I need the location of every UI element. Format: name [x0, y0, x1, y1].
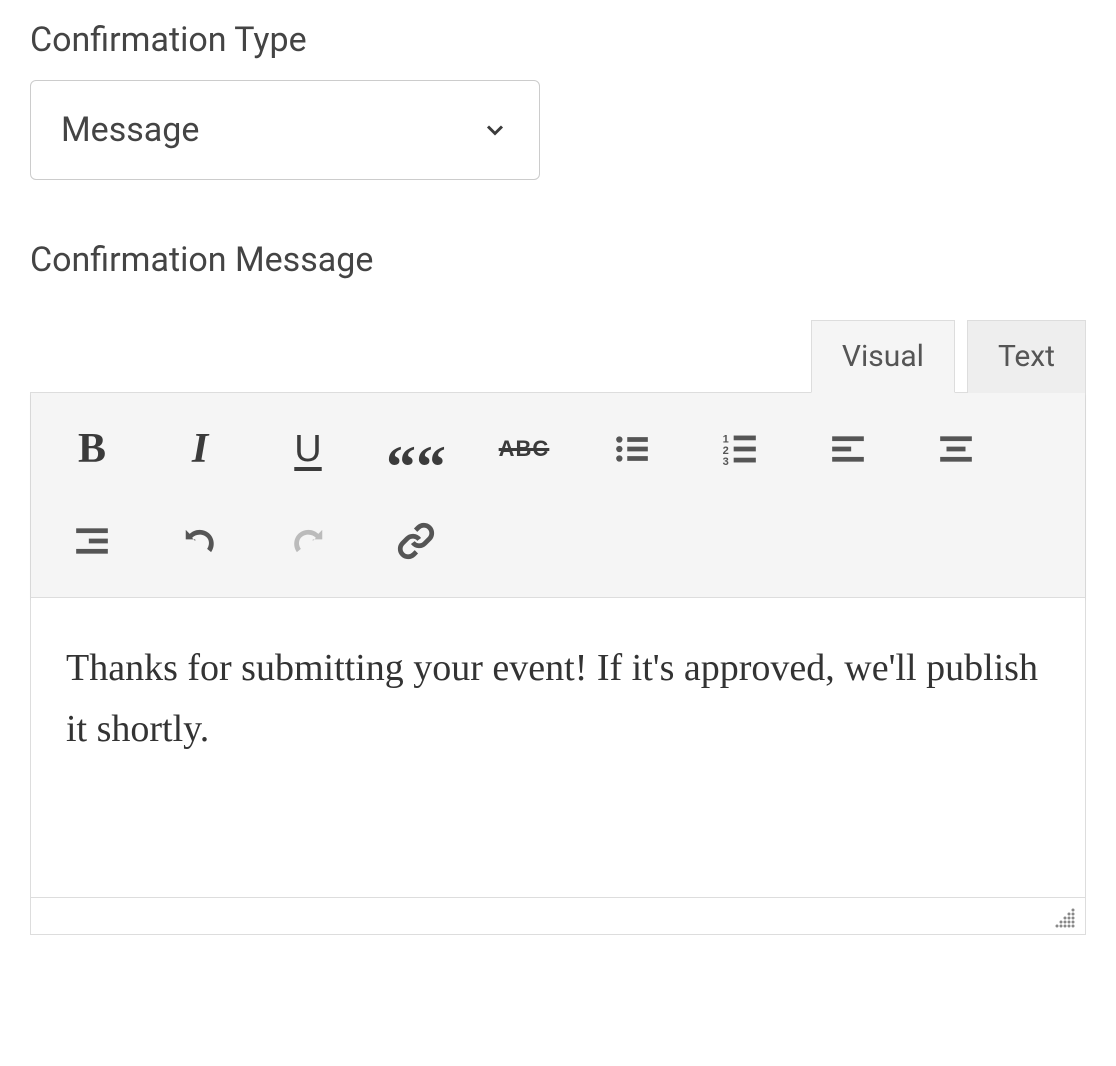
confirmation-type-label: Confirmation Type	[30, 20, 1086, 60]
undo-icon	[181, 522, 219, 560]
align-right-button[interactable]	[56, 505, 128, 577]
chevron-down-icon	[481, 116, 509, 144]
bold-button[interactable]: B	[56, 413, 128, 485]
tab-text[interactable]: Text	[967, 320, 1086, 393]
confirmation-message-label: Confirmation Message	[30, 240, 1086, 280]
editor-tabs: Visual Text	[30, 320, 1086, 393]
blockquote-button[interactable]: ““	[380, 413, 452, 485]
editor-container: B I U ““ ABC 1 2	[30, 392, 1086, 935]
align-right-icon	[73, 522, 111, 560]
underline-button[interactable]: U	[272, 413, 344, 485]
confirmation-type-select[interactable]: Message	[30, 80, 540, 180]
align-center-icon	[937, 430, 975, 468]
editor-toolbar: B I U ““ ABC 1 2	[31, 393, 1085, 598]
strikethrough-button[interactable]: ABC	[488, 413, 560, 485]
numbered-list-icon: 1 2 3	[721, 430, 759, 468]
link-button[interactable]	[380, 505, 452, 577]
italic-button[interactable]: I	[164, 413, 236, 485]
bulleted-list-icon	[613, 430, 651, 468]
align-center-button[interactable]	[920, 413, 992, 485]
svg-text:3: 3	[723, 456, 729, 468]
editor-content[interactable]: Thanks for submitting your event! If it'…	[31, 598, 1085, 898]
underline-icon: U	[294, 428, 321, 471]
tab-visual[interactable]: Visual	[811, 320, 955, 393]
link-icon	[397, 522, 435, 560]
align-left-icon	[829, 430, 867, 468]
numbered-list-button[interactable]: 1 2 3	[704, 413, 776, 485]
bold-icon: B	[78, 425, 106, 473]
strikethrough-icon: ABC	[499, 436, 550, 462]
resize-grip-icon	[1053, 906, 1077, 930]
resize-handle[interactable]	[31, 898, 1085, 934]
align-left-button[interactable]	[812, 413, 884, 485]
redo-icon	[289, 522, 327, 560]
redo-button[interactable]	[272, 505, 344, 577]
italic-icon: I	[192, 425, 208, 473]
bulleted-list-button[interactable]	[596, 413, 668, 485]
undo-button[interactable]	[164, 505, 236, 577]
confirmation-type-value: Message	[61, 110, 481, 150]
